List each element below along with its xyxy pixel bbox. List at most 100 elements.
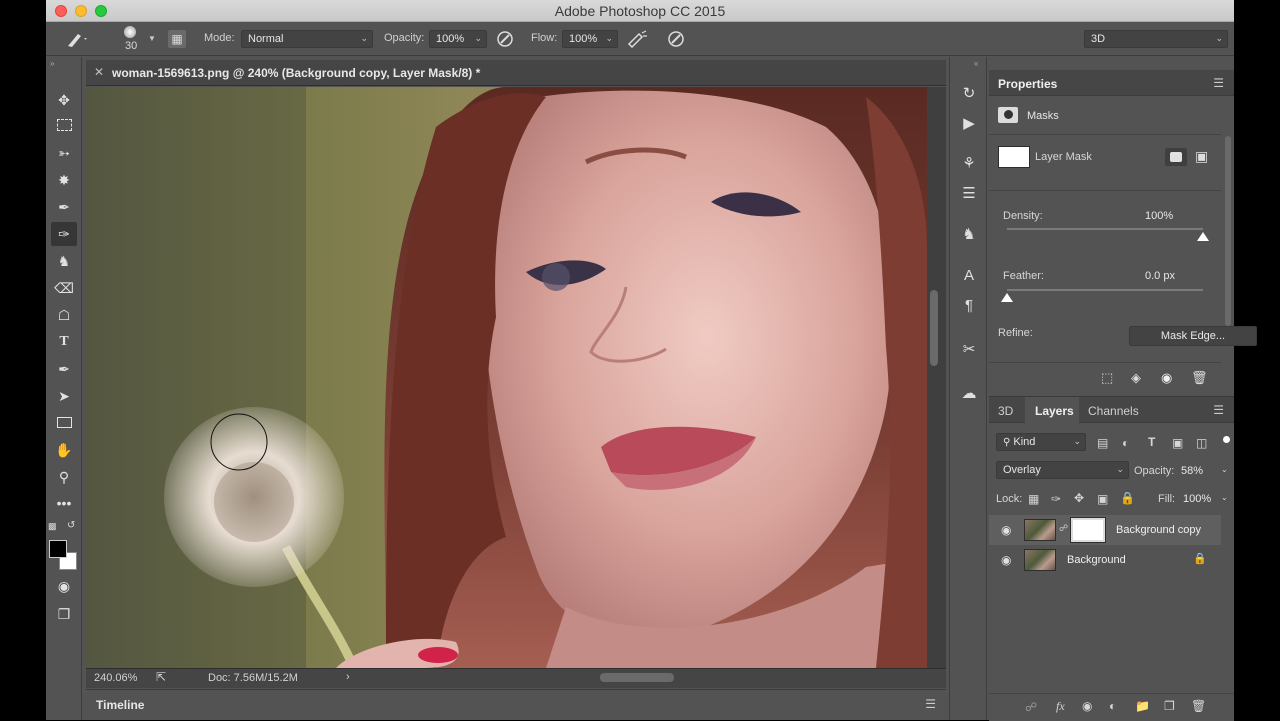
add-mask-icon[interactable]: ◉	[1082, 699, 1092, 713]
mode-dropdown[interactable]: Normal ⌄	[241, 30, 373, 48]
lock-position-icon[interactable]: ✥	[1074, 491, 1084, 505]
document-tab[interactable]: ✕ woman-1569613.png @ 240% (Background c…	[86, 60, 946, 86]
clone-source-icon[interactable]: ♞	[958, 225, 980, 243]
layer-name[interactable]: Background copy	[1116, 524, 1201, 536]
lock-pixels-brush-icon[interactable]: ✑	[1051, 492, 1061, 506]
adjustments-icon[interactable]: ☰	[958, 184, 980, 202]
filter-shape-icon[interactable]: ▣	[1172, 436, 1183, 450]
swap-colors-icon[interactable]: ↺	[67, 520, 75, 531]
marquee-tool-icon[interactable]	[51, 114, 77, 138]
filter-kind-dropdown[interactable]: ⚲ Kind ⌄	[996, 433, 1086, 451]
brush-panel-toggle-icon[interactable]: ▦	[168, 30, 186, 48]
pressure-opacity-icon[interactable]	[495, 30, 515, 51]
collapse-chevron-icon[interactable]: «	[974, 59, 978, 68]
move-tool-icon[interactable]: ✥	[51, 88, 77, 112]
path-selection-tool-icon[interactable]: ➤	[51, 384, 77, 408]
filter-type-icon[interactable]: T	[1148, 435, 1155, 449]
brush-preview-icon[interactable]	[124, 26, 136, 38]
add-vector-mask-icon[interactable]: ▣	[1195, 148, 1208, 165]
filter-smart-object-icon[interactable]: ◫	[1196, 436, 1207, 450]
actions-play-icon[interactable]: ▶	[958, 114, 980, 132]
adjustment-layer-icon[interactable]: ◐	[1109, 699, 1116, 713]
horizontal-scroll-thumb[interactable]	[600, 673, 674, 682]
layer-row[interactable]: ◉ Background 🔒	[989, 545, 1221, 575]
feather-value[interactable]: 0.0 px	[1145, 270, 1175, 282]
tool-presets-icon[interactable]: ✂	[958, 340, 980, 358]
density-value[interactable]: 100%	[1145, 210, 1173, 222]
new-group-icon[interactable]: 📁	[1135, 699, 1150, 713]
screen-mode-icon[interactable]: ❐	[51, 602, 77, 626]
hand-tool-icon[interactable]: ✋	[51, 438, 77, 462]
filter-adjustment-icon[interactable]: ◐	[1122, 436, 1129, 450]
chevron-down-icon[interactable]: ⌄	[1221, 465, 1228, 474]
tab-properties[interactable]: Properties	[998, 77, 1057, 91]
layer-name[interactable]: Background	[1067, 554, 1126, 566]
vertical-scrollbar[interactable]	[927, 87, 946, 668]
status-menu-chevron-icon[interactable]: ›	[346, 671, 350, 683]
close-document-icon[interactable]: ✕	[94, 65, 104, 79]
collapse-chevron-icon[interactable]: »	[50, 59, 54, 68]
eraser-tool-icon[interactable]: ⌫	[51, 276, 77, 300]
select-pixel-mask-button[interactable]	[1165, 148, 1187, 166]
lasso-tool-icon[interactable]: ➳	[51, 141, 77, 165]
brush-presets-icon[interactable]: ⚘	[958, 154, 980, 172]
zoom-level[interactable]: 240.06%	[94, 672, 137, 684]
rectangle-tool-icon[interactable]	[51, 411, 77, 435]
density-slider-thumb[interactable]	[1197, 232, 1209, 241]
disable-mask-eye-icon[interactable]: ◉	[1161, 370, 1172, 386]
lock-transparent-icon[interactable]: ▦	[1028, 492, 1039, 506]
feather-slider-track[interactable]	[1007, 289, 1203, 291]
brush-tool-icon[interactable]: ✑	[51, 222, 77, 246]
vertical-scroll-thumb[interactable]	[930, 290, 938, 366]
image-canvas[interactable]	[86, 87, 927, 668]
fx-icon[interactable]: fx	[1056, 699, 1065, 714]
properties-menu-icon[interactable]: ☰	[1213, 76, 1224, 90]
layer-opacity-value[interactable]: 58%	[1181, 465, 1203, 477]
layer-mask-thumbnail[interactable]	[1070, 517, 1106, 543]
timeline-menu-icon[interactable]: ☰	[925, 697, 936, 711]
tab-3d[interactable]: 3D	[998, 404, 1013, 418]
tab-layers[interactable]: Layers	[1035, 404, 1074, 418]
link-layers-icon[interactable]: ☍	[1025, 700, 1037, 714]
pressure-size-icon[interactable]	[666, 30, 686, 51]
foreground-color-swatch[interactable]	[49, 540, 67, 558]
chevron-down-icon[interactable]: ⌄	[1221, 493, 1228, 502]
quick-selection-tool-icon[interactable]: ✸	[51, 168, 77, 192]
timeline-tab[interactable]: Timeline	[96, 698, 144, 712]
blend-mode-dropdown[interactable]: Overlay ⌄	[996, 461, 1129, 479]
paint-bucket-tool-icon[interactable]: ☖	[51, 303, 77, 327]
delete-mask-icon[interactable]: 🗑	[1191, 370, 1208, 386]
layers-menu-icon[interactable]: ☰	[1213, 403, 1224, 417]
delete-layer-icon[interactable]: 🗑	[1191, 699, 1206, 713]
airbrush-icon[interactable]	[626, 30, 648, 51]
visibility-eye-icon[interactable]: ◉	[1001, 553, 1011, 567]
clone-stamp-tool-icon[interactable]: ♞	[51, 249, 77, 273]
layer-mask-thumbnail[interactable]	[998, 146, 1030, 168]
eyedropper-tool-icon[interactable]: ✒	[51, 195, 77, 219]
visibility-eye-icon[interactable]: ◉	[1001, 523, 1011, 537]
zoom-tool-icon[interactable]: ⚲	[51, 465, 77, 489]
workspace-dropdown[interactable]: 3D ⌄	[1084, 30, 1228, 48]
new-layer-icon[interactable]: ❐	[1164, 699, 1175, 713]
mask-edge-button[interactable]: Mask Edge...	[1129, 326, 1257, 346]
properties-scrollbar[interactable]	[1225, 136, 1231, 326]
paragraph-icon[interactable]: ¶	[958, 297, 980, 314]
filter-pixel-icon[interactable]: ▤	[1097, 436, 1108, 450]
default-colors-icon[interactable]: ▩	[48, 521, 57, 532]
layer-row[interactable]: ◉ ☍ Background copy	[989, 515, 1221, 545]
libraries-icon[interactable]: ☁	[958, 384, 980, 402]
brush-picker-chevron-icon[interactable]: ▼	[148, 34, 156, 43]
fill-value[interactable]: 100%	[1183, 493, 1211, 505]
character-icon[interactable]: A	[958, 267, 980, 284]
history-icon[interactable]: ↻	[958, 84, 980, 102]
more-tools-icon[interactable]: •••	[51, 491, 77, 515]
export-icon[interactable]: ⇱	[156, 670, 166, 684]
link-icon[interactable]: ☍	[1059, 523, 1068, 534]
opacity-field[interactable]: 100% ⌄	[429, 30, 487, 48]
feather-slider-thumb[interactable]	[1001, 293, 1013, 302]
density-slider-track[interactable]	[1007, 228, 1203, 230]
apply-mask-icon[interactable]: ◈	[1131, 370, 1141, 386]
quick-mask-icon[interactable]: ◉	[51, 574, 77, 598]
pen-tool-icon[interactable]: ✒	[51, 357, 77, 381]
brush-tool-preset-icon[interactable]	[64, 30, 88, 51]
